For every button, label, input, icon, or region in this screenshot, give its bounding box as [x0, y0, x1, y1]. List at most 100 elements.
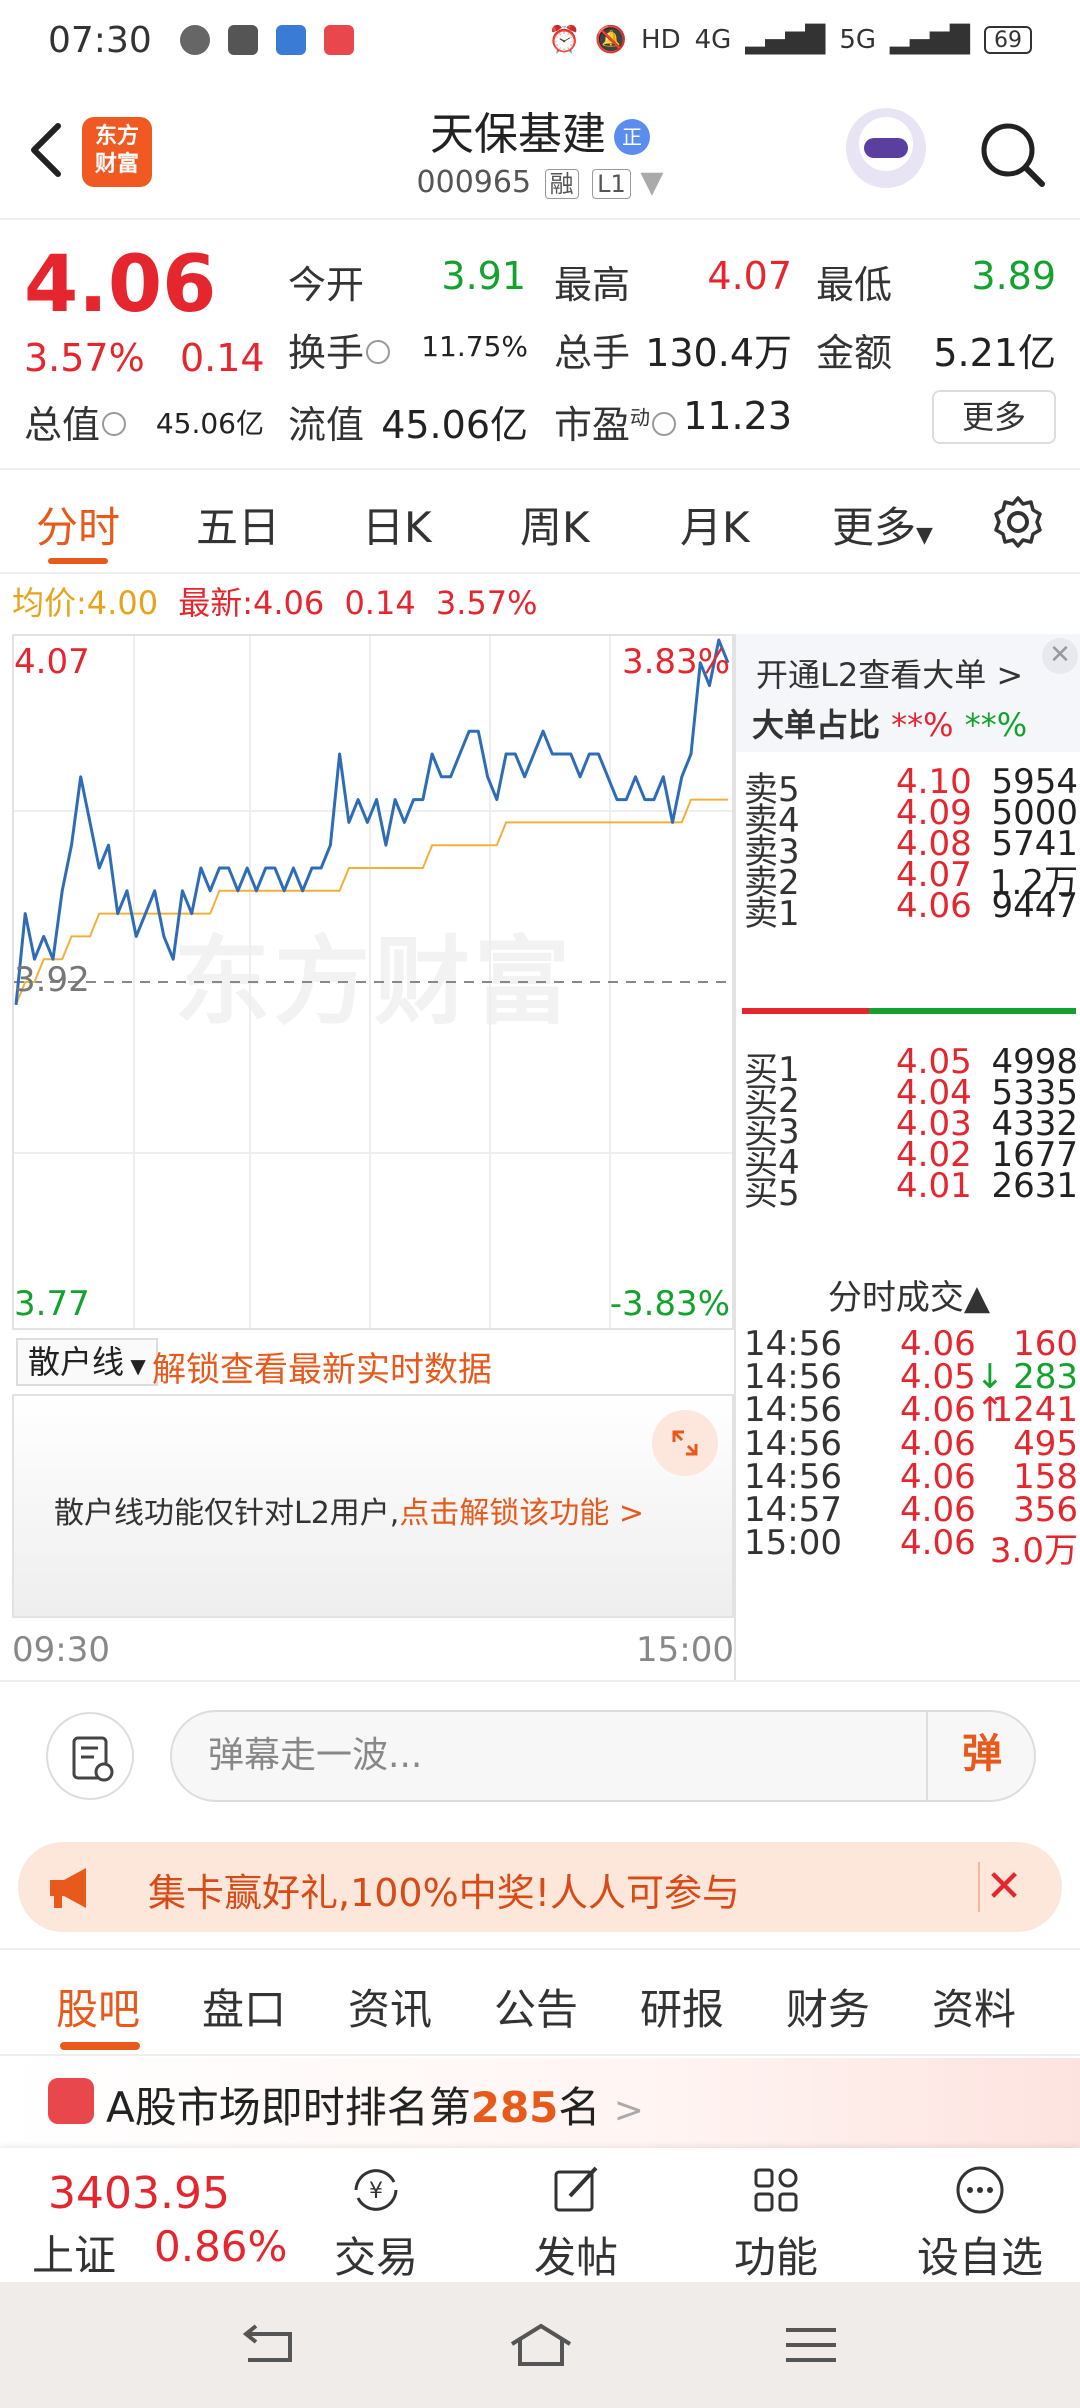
info-icon[interactable]: [102, 411, 127, 436]
menu-nav-icon[interactable]: [776, 2320, 846, 2370]
play-icon: [227, 25, 258, 55]
bid-volume: 2631: [991, 1166, 1078, 1206]
features-button[interactable]: 功能: [696, 2156, 856, 2282]
tab-announcements[interactable]: 公告: [494, 1976, 578, 2037]
tab-five-day[interactable]: 五日: [196, 494, 280, 555]
note-icon[interactable]: [46, 1712, 134, 1800]
home-nav-icon[interactable]: [506, 2320, 576, 2370]
bid-level-label: 买5: [744, 1174, 800, 1214]
post-button[interactable]: 发帖: [496, 2156, 656, 2282]
close-icon[interactable]: ✕: [978, 1862, 1028, 1912]
low-value: 3.89: [971, 254, 1056, 298]
tab-profile[interactable]: 资料: [932, 1976, 1016, 2037]
l2-banner[interactable]: 开通L2查看大单 > ✕ 大单占比 **% **%: [736, 634, 1080, 752]
tab-research[interactable]: 研报: [640, 1976, 724, 2037]
back-nav-icon[interactable]: [234, 2320, 304, 2370]
tab-forum[interactable]: 股吧: [56, 1976, 140, 2037]
tab-monthly-k[interactable]: 月K: [680, 494, 750, 555]
dropdown-icon[interactable]: ▼: [640, 165, 663, 200]
high-value: 4.07: [707, 254, 792, 298]
mute-icon: 🔕: [594, 25, 628, 55]
trade-icon: ¥: [354, 2169, 398, 2211]
ranking-strip[interactable]: A股市场即时排名第285名 >: [0, 2058, 1080, 2148]
promo-banner[interactable]: 集卡赢好礼,100%中奖!人人可参与 ✕: [18, 1842, 1062, 1932]
pct-bottom-label: -3.83%: [609, 1284, 730, 1324]
turnover-value: 11.75%: [421, 330, 528, 363]
comment-bar: 弹幕走一波... 弹: [0, 1680, 1080, 1820]
network-5g-icon: 5G: [839, 25, 877, 55]
app-icon: [275, 25, 306, 55]
latest-percent: 3.57%: [435, 584, 538, 622]
trade-row: 15:00 4.06 3.0万: [736, 1523, 1080, 1573]
close-icon[interactable]: ✕: [1042, 638, 1078, 674]
tab-weekly-k[interactable]: 周K: [520, 494, 590, 555]
open-value: 3.91: [441, 254, 526, 298]
ai-assistant-avatar[interactable]: [846, 108, 926, 188]
time-start-label: 09:30: [12, 1630, 110, 1670]
change-amount: 0.14: [180, 336, 265, 380]
market-cap-label: 总值: [24, 394, 127, 449]
tab-more[interactable]: 更多▼: [832, 494, 933, 555]
trade-volume: 3.0万: [989, 1531, 1078, 1572]
index-percent: 0.86%: [154, 2222, 288, 2271]
danmu-input[interactable]: 弹幕走一波...: [170, 1710, 1036, 1802]
notification-icons: [179, 25, 354, 55]
info-icon[interactable]: [366, 339, 391, 364]
retail-line-select[interactable]: 散户线 ▼: [16, 1338, 158, 1386]
l2-upgrade-link[interactable]: 开通L2查看大单 >: [756, 650, 1023, 696]
pe-value: 11.23: [683, 394, 792, 438]
danmu-send-button[interactable]: 弹: [926, 1710, 1036, 1802]
low-label: 最低: [816, 263, 893, 307]
gear-icon[interactable]: [990, 494, 1046, 550]
search-icon[interactable]: [978, 120, 1046, 188]
stock-code: 000965: [416, 165, 532, 200]
order-book-panel: 开通L2查看大单 > ✕ 大单占比 **% **% 卖5 4.10 5954 卖4 4.…: [734, 634, 1080, 1680]
active-tab-indicator: [48, 558, 108, 564]
bottom-toolbar: 3403.95 上证 0.86% ¥ 交易 发帖 功能 设自选: [0, 2148, 1080, 2282]
signal-icon: ▂▄▆█: [745, 25, 826, 55]
zheng-badge-icon: 正: [614, 119, 650, 155]
megaphone-icon: [50, 1868, 86, 1908]
edit-icon: [554, 2166, 598, 2212]
retail-line-bar: 散户线 ▼ 解锁查看最新实时数据: [12, 1334, 734, 1390]
chevron-right-icon: >: [613, 2090, 644, 2131]
bid-row[interactable]: 买5 4.01 2631: [736, 1166, 1080, 1214]
expand-icon[interactable]: [652, 1410, 718, 1476]
tab-daily-k[interactable]: 日K: [362, 494, 432, 555]
stock-name: 天保基建: [430, 109, 606, 160]
network-4g-icon: 4G: [694, 25, 732, 55]
tab-financials[interactable]: 财务: [786, 1976, 870, 2037]
latest-change: 0.14: [344, 584, 416, 622]
volume-value: 130.4万: [645, 331, 792, 375]
tab-market-depth[interactable]: 盘口: [202, 1976, 286, 2037]
ask-level-label: 卖1: [744, 894, 800, 934]
tab-news[interactable]: 资讯: [348, 1976, 432, 2037]
ranking-chart-icon: [48, 2078, 94, 2124]
unlock-realtime-link[interactable]: 解锁查看最新实时数据: [152, 1342, 492, 1391]
turnover-label: 换手: [288, 322, 391, 377]
latest-value: 4.06: [253, 584, 325, 622]
signal-icon-2: ▂▄▆█: [890, 25, 970, 55]
dropdown-icon: ▼: [916, 523, 933, 548]
intraday-chart[interactable]: 东方财富 4.07 3.83% 3.92 3.77 -3.83%: [12, 634, 734, 1330]
bid-price: 4.01: [896, 1166, 972, 1206]
change-percent: 3.57%: [24, 336, 145, 380]
more-quote-button[interactable]: 更多: [932, 390, 1056, 444]
level-tag: L1: [592, 169, 631, 199]
retail-line-panel: 散户线功能仅针对L2用户,点击解锁该功能 >: [12, 1394, 734, 1618]
high-label: 最高: [554, 263, 631, 307]
latest-label: 最新:: [178, 584, 254, 622]
trades-header[interactable]: 分时成交▲: [736, 1270, 1080, 1319]
tab-intraday[interactable]: 分时: [36, 494, 120, 555]
y-bottom-label: 3.77: [14, 1284, 90, 1324]
unlock-feature-link[interactable]: 点击解锁该功能 >: [399, 1496, 644, 1531]
ask-row[interactable]: 卖1 4.06 9447: [736, 886, 1080, 934]
system-icons: ⏰ 🔕 HD 4G ▂▄▆█ 5G ▂▄▆█ 69: [548, 25, 1032, 55]
status-bar: 07:30 ⏰ 🔕 HD 4G ▂▄▆█ 5G ▂▄▆█ 69: [0, 0, 1080, 80]
trade-price: 4.06: [900, 1523, 976, 1564]
pct-top-label: 3.83%: [621, 642, 730, 682]
trade-button[interactable]: ¥ 交易: [296, 2156, 456, 2282]
y-top-label: 4.07: [14, 642, 90, 682]
info-icon[interactable]: [652, 411, 677, 436]
add-watchlist-button[interactable]: 设自选: [900, 2156, 1060, 2282]
